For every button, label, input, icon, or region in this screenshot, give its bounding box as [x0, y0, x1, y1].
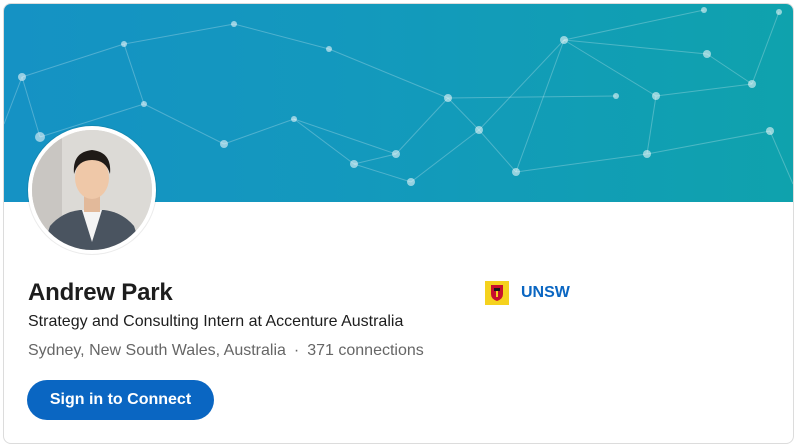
- meta-separator: ·: [293, 342, 300, 359]
- avatar-frame: [28, 126, 156, 254]
- profile-meta: Sydney, New South Wales, Australia · 371 c…: [28, 342, 424, 360]
- profile-card: Andrew Park Strategy and Consulting Inte…: [3, 3, 794, 444]
- unsw-crest-icon: [485, 281, 509, 305]
- profile-photo-icon: [32, 130, 152, 250]
- profile-name: Andrew Park: [28, 279, 173, 306]
- profile-headline: Strategy and Consulting Intern at Accent…: [28, 313, 404, 330]
- profile-location: Sydney, New South Wales, Australia: [28, 342, 286, 359]
- education-link[interactable]: UNSW: [485, 281, 570, 305]
- profile-connections: 371 connections: [307, 342, 424, 359]
- education-school-name[interactable]: UNSW: [521, 284, 570, 302]
- sign-in-to-connect-button[interactable]: Sign in to Connect: [27, 380, 214, 420]
- avatar[interactable]: [32, 130, 152, 250]
